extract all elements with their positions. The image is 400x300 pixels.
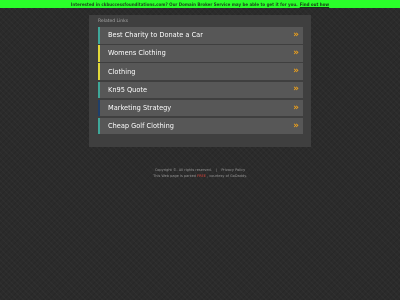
double-chevron-right-icon: » [293, 120, 299, 131]
double-chevron-right-icon: » [293, 47, 299, 58]
related-links-list: Best Charity to Donate a Car » Womens Cl… [98, 27, 303, 136]
related-link-best-charity[interactable]: Best Charity to Donate a Car » [98, 27, 303, 44]
link-accent-bar [98, 45, 100, 62]
find-out-how-link[interactable]: Find out how [300, 2, 329, 7]
copyright-text: Copyright ©. All rights reserved. [154, 168, 212, 172]
link-label: Kn95 Quote [108, 85, 148, 94]
related-links-panel: Related Links Best Charity to Donate a C… [89, 15, 311, 147]
related-link-kn95-quote[interactable]: Kn95 Quote » [98, 81, 303, 99]
double-chevron-right-icon: » [293, 84, 299, 95]
link-accent-bar [98, 117, 100, 135]
link-accent-bar [98, 99, 100, 117]
double-chevron-right-icon: » [293, 29, 299, 40]
privacy-policy-link[interactable]: Privacy Policy [221, 168, 245, 172]
parked-prefix: This Web page is parked [153, 174, 196, 178]
link-accent-bar [98, 81, 100, 99]
footer-parked-line: This Web page is parked FREE , courtesy … [0, 174, 400, 178]
related-link-marketing-strategy[interactable]: Marketing Strategy » [98, 99, 303, 117]
domain-broker-banner: Interested in ckbuccessfounditations.com… [0, 0, 400, 8]
link-label: Clothing [108, 67, 136, 76]
related-link-womens-clothing[interactable]: Womens Clothing » [98, 45, 303, 62]
parked-suffix: , courtesy of GoDaddy. [207, 174, 247, 178]
link-label: Cheap Golf Clothing [108, 122, 174, 131]
related-link-clothing[interactable]: Clothing » [98, 63, 303, 80]
related-link-cheap-golf-clothing[interactable]: Cheap Golf Clothing » [98, 117, 303, 135]
link-accent-bar [98, 27, 100, 44]
banner-text: Interested in ckbuccessfounditations.com… [70, 1, 298, 7]
double-chevron-right-icon: » [293, 66, 299, 77]
double-chevron-right-icon: » [293, 102, 299, 113]
link-label: Womens Clothing [108, 49, 166, 58]
panel-title: Related Links [98, 19, 129, 24]
link-accent-bar [98, 63, 100, 80]
link-label: Marketing Strategy [108, 104, 172, 112]
footer-copyright-line: Copyright ©. All rights reserved. | Priv… [0, 168, 400, 172]
free-link[interactable]: FREE [197, 174, 206, 178]
footer-separator: | [216, 168, 218, 172]
link-label: Best Charity to Donate a Car [108, 31, 203, 40]
